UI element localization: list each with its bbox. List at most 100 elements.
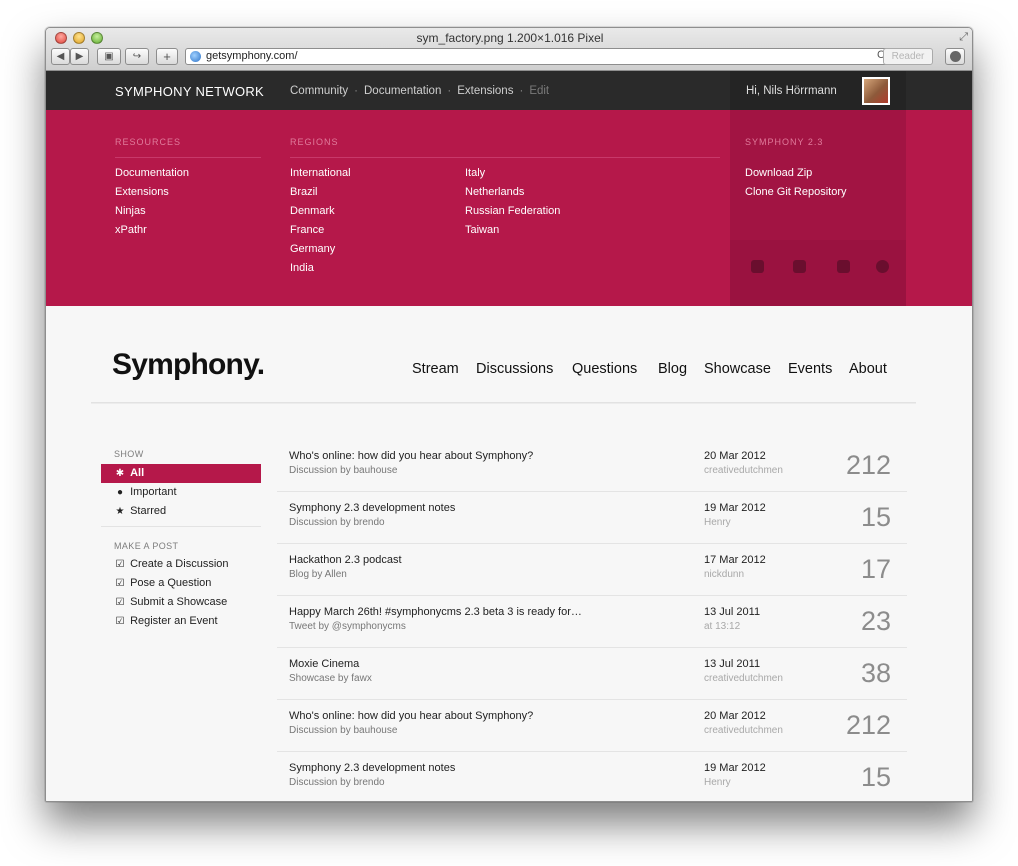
stream-meta: Discussion by bauhouse — [289, 465, 398, 476]
download-zip-link[interactable]: Download Zip — [745, 167, 812, 179]
share-button[interactable]: ↪ — [125, 48, 149, 65]
resource-link-xpathr[interactable]: xPathr — [115, 224, 147, 236]
filter-all[interactable]: ✱ All — [101, 464, 261, 483]
stream-title[interactable]: Moxie Cinema — [289, 658, 359, 670]
submit-showcase-link[interactable]: ☑ Submit a Showcase — [101, 593, 261, 612]
back-icon: ◀ — [56, 51, 65, 62]
exclamation-icon: ● — [116, 487, 124, 498]
nav-events[interactable]: Events — [788, 361, 832, 377]
make-a-post-heading: MAKE A POST — [114, 541, 179, 551]
star-icon: ★ — [115, 506, 125, 517]
address-bar[interactable]: getsymphony.com/ C — [185, 48, 890, 65]
resource-link-extensions[interactable]: Extensions — [115, 186, 169, 198]
reading-list-button[interactable]: ▣ — [97, 48, 121, 65]
region-link[interactable]: Brazil — [290, 186, 318, 198]
stream-author: creativedutchmen — [704, 725, 783, 736]
network-link-edit[interactable]: Edit — [529, 85, 549, 97]
user-box[interactable]: Hi, Nils Hörrmann — [730, 71, 906, 110]
stream-author: Henry — [704, 517, 731, 528]
region-link[interactable]: Russian Federation — [465, 205, 560, 217]
clone-git-link[interactable]: Clone Git Repository — [745, 186, 847, 198]
browser-window: sym_factory.png 1.200×1.016 Pixel ⤢ ◀ ▶ … — [45, 27, 973, 802]
url-text: getsymphony.com/ — [206, 50, 298, 62]
resource-link-ninjas[interactable]: Ninjas — [115, 205, 146, 217]
network-link-extensions[interactable]: Extensions — [457, 85, 513, 97]
divider — [115, 157, 261, 158]
stream-row[interactable]: Symphony 2.3 development notes Discussio… — [277, 752, 907, 801]
pose-question-link[interactable]: ☑ Pose a Question — [101, 574, 261, 593]
stream-date: 19 Mar 2012 — [704, 502, 766, 514]
stream-title[interactable]: Hackathon 2.3 podcast — [289, 554, 402, 566]
post-label: Pose a Question — [130, 577, 212, 589]
nav-showcase[interactable]: Showcase — [704, 361, 771, 377]
vimeo-icon[interactable] — [792, 259, 807, 274]
reader-button[interactable]: Reader — [883, 48, 933, 65]
create-discussion-link[interactable]: ☑ Create a Discussion — [101, 555, 261, 574]
stream-meta: Discussion by brendo — [289, 777, 385, 788]
region-link[interactable]: India — [290, 262, 314, 274]
region-link[interactable]: International — [290, 167, 351, 179]
stream-title[interactable]: Who's online: how did you hear about Sym… — [289, 450, 533, 462]
stream-title[interactable]: Happy March 26th! #symphonycms 2.3 beta … — [289, 606, 582, 618]
network-link-community[interactable]: Community — [290, 85, 348, 97]
user-greeting[interactable]: Hi, Nils Hörrmann — [746, 85, 837, 97]
stream-row[interactable]: Happy March 26th! #symphonycms 2.3 beta … — [277, 596, 907, 648]
stream-meta: Discussion by brendo — [289, 517, 385, 528]
separator: · — [354, 85, 358, 97]
network-link-documentation[interactable]: Documentation — [364, 85, 441, 97]
share-icon: ↪ — [132, 51, 142, 62]
nav-questions[interactable]: Questions — [572, 361, 637, 377]
forward-button[interactable]: ▶ — [70, 48, 89, 65]
stream-title[interactable]: Symphony 2.3 development notes — [289, 762, 455, 774]
stream-count: 212 — [845, 450, 891, 480]
stream-date: 20 Mar 2012 — [704, 450, 766, 462]
stream-count: 15 — [860, 502, 891, 532]
stream-title[interactable]: Who's online: how did you hear about Sym… — [289, 710, 533, 722]
nav-stream[interactable]: Stream — [412, 361, 459, 377]
nav-about[interactable]: About — [849, 361, 887, 377]
separator: · — [447, 85, 452, 97]
back-button[interactable]: ◀ — [51, 48, 70, 65]
stream-author: creativedutchmen — [704, 673, 783, 684]
edit-icon: ☑ — [115, 559, 125, 570]
twitter-icon[interactable] — [750, 259, 765, 274]
region-link[interactable]: Netherlands — [465, 186, 524, 198]
stream-row[interactable]: Who's online: how did you hear about Sym… — [277, 440, 907, 492]
social-bar — [730, 240, 906, 306]
network-brand[interactable]: SYMPHONY NETWORK — [115, 84, 264, 99]
flickr-icon[interactable] — [875, 259, 890, 274]
downloads-button[interactable] — [945, 48, 965, 65]
nav-discussions[interactable]: Discussions — [476, 361, 553, 377]
new-tab-button[interactable]: + — [156, 48, 178, 65]
stream-count: 15 — [860, 762, 891, 792]
site-logo[interactable]: Symphony. — [112, 348, 265, 382]
edit-icon: ☑ — [115, 616, 125, 627]
region-link[interactable]: Taiwan — [465, 224, 499, 236]
avatar[interactable] — [862, 77, 890, 105]
stream-row[interactable]: Moxie Cinema Showcase by fawx 13 Jul 201… — [277, 648, 907, 700]
asterisk-icon: ✱ — [115, 468, 125, 479]
filter-label: All — [130, 467, 145, 479]
network-links: Community · Documentation · Extensions ·… — [290, 85, 549, 97]
edit-icon: ☑ — [115, 578, 125, 589]
register-event-link[interactable]: ☑ Register an Event — [101, 612, 261, 631]
stream-row[interactable]: Hackathon 2.3 podcast Blog by Allen 17 M… — [277, 544, 907, 596]
divider — [290, 157, 720, 158]
stream-date: 19 Mar 2012 — [704, 762, 766, 774]
github-icon[interactable] — [836, 259, 851, 274]
filter-label: Starred — [130, 505, 167, 517]
fullscreen-icon[interactable]: ⤢ — [959, 31, 968, 44]
stream-title[interactable]: Symphony 2.3 development notes — [289, 502, 455, 514]
network-dropdown-panel: RESOURCES Documentation Extensions Ninja… — [46, 110, 972, 306]
filter-starred[interactable]: ★ Starred — [101, 502, 261, 521]
region-link[interactable]: Italy — [465, 167, 485, 179]
stream-row[interactable]: Who's online: how did you hear about Sym… — [277, 700, 907, 752]
resource-link-documentation[interactable]: Documentation — [115, 167, 189, 179]
separator: · — [519, 85, 524, 97]
region-link[interactable]: Denmark — [290, 205, 335, 217]
region-link[interactable]: Germany — [290, 243, 335, 255]
stream-row[interactable]: Symphony 2.3 development notes Discussio… — [277, 492, 907, 544]
nav-blog[interactable]: Blog — [658, 361, 687, 377]
region-link[interactable]: France — [290, 224, 324, 236]
filter-important[interactable]: ● Important — [101, 483, 261, 502]
